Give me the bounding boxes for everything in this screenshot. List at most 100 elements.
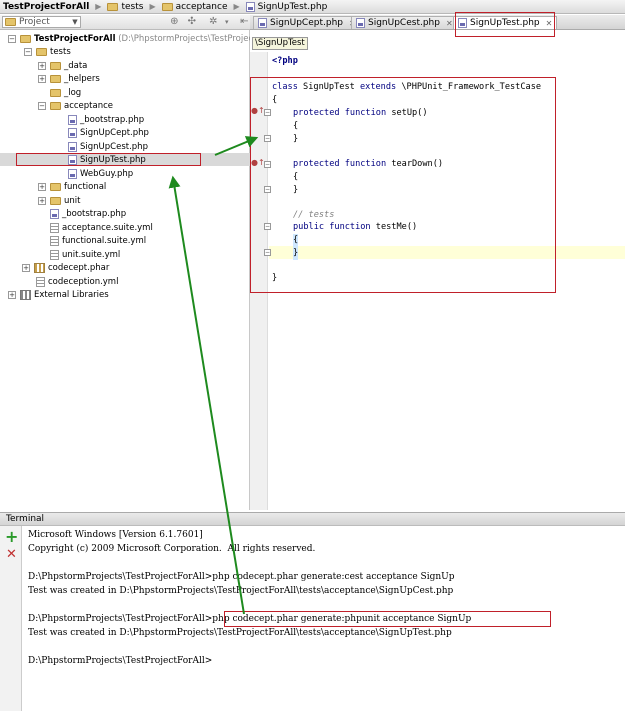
php-file-icon [50,208,59,219]
yml-file-icon [50,249,59,260]
breadcrumb-acceptance[interactable]: acceptance ▶ [159,0,243,14]
php-file-icon [258,18,267,28]
project-view-label: Project [19,17,50,27]
tree-label: codecept.phar [48,262,110,273]
tree-label: functional.suite.yml [62,235,147,246]
tree-item-log[interactable]: _log [50,86,81,99]
collapse-all-icon[interactable]: ✣ [186,16,197,28]
tree-label: External Libraries [34,289,109,300]
tree-item-webguy[interactable]: WebGuy.php [68,167,133,180]
breadcrumb-file[interactable]: SignUpTest.php [243,0,331,14]
terminal-line: Test was created in D:\PhpstormProjects\… [28,628,452,638]
tree-item-unit[interactable]: + unit [38,194,80,207]
tab-signupcept[interactable]: SignUpCept.php✕ [253,16,361,29]
php-file-icon [68,127,77,138]
folder-icon [50,61,61,70]
terminal-line: Copyright (c) 2009 Microsoft Corporation… [28,544,316,554]
tree-item-unit-suite[interactable]: unit.suite.yml [50,248,120,261]
expand-icon[interactable]: + [22,263,30,272]
add-session-icon[interactable]: + [5,529,18,545]
tab-label: SignUpCept.php [270,18,343,28]
breadcrumb-project-label: TestProjectForAll [3,1,90,12]
breadcrumb-tests[interactable]: tests ▶ [104,0,158,14]
tree-path: (D:\PhpstormProjects\TestProjectFor [118,33,270,44]
tree-item-functional[interactable]: + functional [38,180,106,193]
hide-panel-icon[interactable]: ⇤ [239,16,250,28]
code-php-open: <?php [272,56,298,66]
collapse-icon[interactable]: − [24,47,32,56]
php-file-icon [68,168,77,179]
tree-item-codecept-phar[interactable]: + codecept.phar [22,261,109,274]
terminal-line: D:\PhpstormProjects\TestProjectForAll> [28,656,213,666]
expand-icon[interactable]: + [38,196,46,205]
close-session-icon[interactable]: ✕ [6,548,17,562]
tree-item-acc-bootstrap[interactable]: _bootstrap.php [68,113,144,126]
tree-label: codeception.yml [48,276,119,287]
folder-icon [50,88,61,97]
library-icon [20,289,31,300]
tree-label: _bootstrap.php [80,114,145,125]
project-toolbar: Project ▼ ⊕ ✣ ✲ ▾ ⇤ [0,15,250,30]
tree-item-functional-suite[interactable]: functional.suite.yml [50,234,146,247]
editor-tab-bar: SignUpCept.php✕ SignUpCest.php✕ SignUpTe… [250,15,625,30]
tree-item-tests[interactable]: − tests [24,45,71,58]
tree-label: unit.suite.yml [62,249,121,260]
annotation-box-active-tab [455,12,555,37]
terminal-toolbar: + ✕ [0,526,22,711]
tree-item-external-libraries[interactable]: + External Libraries [8,288,109,301]
yml-file-icon [50,235,59,246]
php-file-icon [245,1,255,12]
breadcrumb-file-label: SignUpTest.php [257,1,328,12]
php-file-icon [68,141,77,152]
folder-icon [50,196,61,205]
project-tree: − TestProjectForAll (D:\PhpstormProjects\… [0,30,270,510]
folder-icon [36,47,47,56]
tree-item-signupcept[interactable]: SignUpCept.php [68,126,149,139]
terminal-line: Microsoft Windows [Version 6.1.7601] [28,530,203,540]
tree-label: _helpers [64,73,100,84]
tree-label: acceptance [64,100,114,111]
tree-item-acceptance[interactable]: − acceptance [38,99,113,112]
expand-icon[interactable]: + [8,290,16,299]
breadcrumb-project[interactable]: TestProjectForAll ▶ [0,0,104,14]
breadcrumb-acceptance-label: acceptance [175,1,228,12]
yml-file-icon [36,276,45,287]
folder-icon [161,2,173,11]
breadcrumb-tests-label: tests [121,1,144,12]
target-icon[interactable]: ⊕ [169,16,180,28]
annotation-box-tree-file [16,153,201,166]
annotation-box-code [250,77,556,293]
collapse-icon[interactable]: − [8,34,16,43]
annotation-box-command [224,611,551,627]
close-icon[interactable]: ✕ [446,19,453,28]
terminal-header: Terminal [0,512,625,526]
project-view-select[interactable]: Project ▼ [2,16,81,28]
tree-item-acceptance-suite[interactable]: acceptance.suite.yml [50,221,153,234]
tree-label: SignUpCest.php [80,141,148,152]
chevron-down-icon[interactable]: ▾ [221,16,232,28]
expand-icon[interactable]: + [38,182,46,191]
tree-item-helpers[interactable]: + _helpers [38,72,100,85]
tree-label: tests [50,46,71,57]
tree-label: acceptance.suite.yml [62,222,153,233]
tree-label: TestProjectForAll [34,33,116,44]
tree-item-root[interactable]: − TestProjectForAll (D:\PhpstormProjects\… [8,32,270,45]
terminal-line: D:\PhpstormProjects\TestProjectForAll>ph… [28,572,455,582]
tree-item-signupcest[interactable]: SignUpCest.php [68,140,148,153]
gear-icon[interactable]: ✲ [208,16,219,28]
tree-label: _data [64,60,88,71]
terminal-title: Terminal [6,514,45,524]
tab-signupcest[interactable]: SignUpCest.php ✕ [351,16,458,29]
tree-label: unit [64,195,81,206]
folder-icon [5,18,16,26]
tree-label: WebGuy.php [80,168,134,179]
expand-icon[interactable]: + [38,61,46,70]
tab-label: SignUpCest.php [368,18,440,28]
tree-item-codeception-yml[interactable]: codeception.yml [36,275,118,288]
tree-label: _bootstrap.php [62,208,127,219]
tree-item-data[interactable]: + _data [38,59,87,72]
collapse-icon[interactable]: − [38,101,46,110]
structure-hint: \SignUpTest [252,37,308,50]
expand-icon[interactable]: + [38,74,46,83]
tree-item-bootstrap[interactable]: _bootstrap.php [50,207,126,220]
